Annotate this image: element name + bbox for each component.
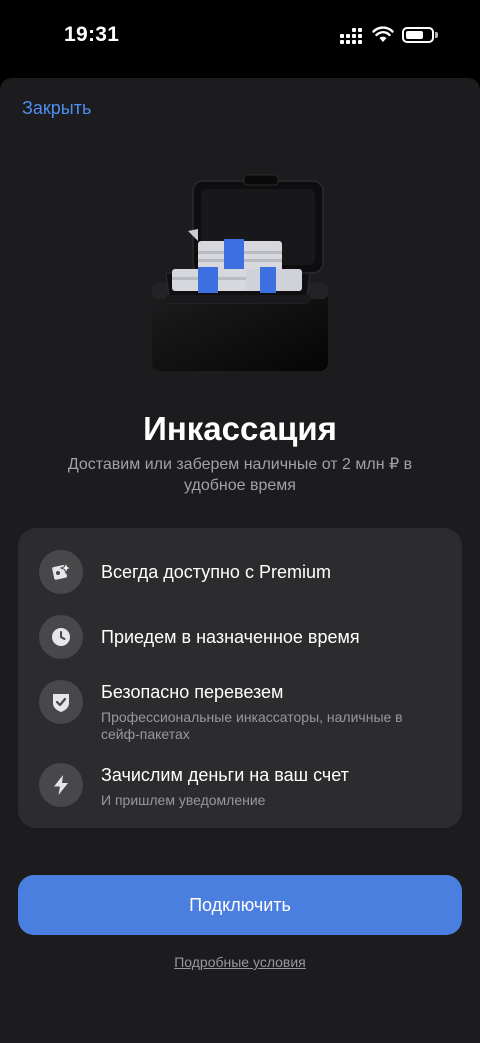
premium-star-icon	[39, 550, 83, 594]
feature-title: Зачислим деньги на ваш счет	[101, 765, 349, 785]
wifi-icon	[372, 26, 394, 42]
feature-description: Профессиональные инкассаторы, наличные в…	[101, 709, 403, 742]
shield-check-icon	[39, 680, 83, 724]
feature-title: Всегда доступно с Premium	[101, 562, 331, 582]
battery-tip	[435, 32, 438, 38]
status-bar: 19:31	[0, 0, 480, 70]
modal-sheet: Закрыть Инкассация Доставим или заберем …	[0, 78, 480, 1043]
feature-title: Безопасно перевезем	[101, 682, 284, 702]
cellular-signal-icon	[340, 28, 364, 44]
feature-description: И пришлем уведомление	[101, 792, 266, 808]
lightning-icon	[39, 763, 83, 807]
features-card: Всегда доступно с Premium Приедем в назн…	[18, 528, 462, 828]
terms-row: Подробные условия	[0, 954, 480, 970]
close-button[interactable]: Закрыть	[22, 98, 91, 119]
terms-link[interactable]: Подробные условия	[174, 954, 306, 970]
connect-button[interactable]: Подключить	[18, 875, 462, 935]
battery-icon	[402, 27, 434, 43]
clock-icon	[39, 615, 83, 659]
page-title: Инкассация	[143, 410, 337, 447]
cash-case-illustration	[152, 174, 328, 371]
feature-title: Приедем в назначенное время	[101, 627, 360, 647]
page-subtitle: Доставим или заберем наличные от 2 млн ₽…	[67, 456, 413, 494]
status-time: 19:31	[64, 23, 120, 46]
